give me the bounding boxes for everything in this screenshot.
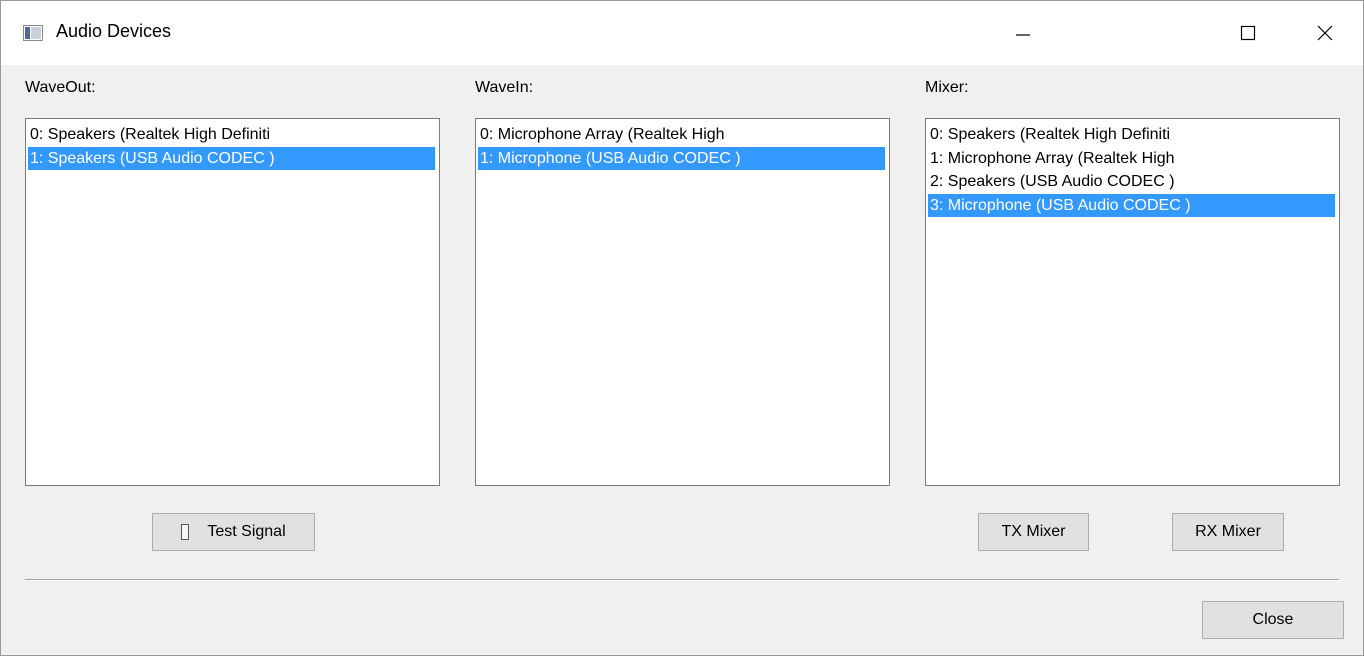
waveout-label: WaveOut: bbox=[25, 79, 96, 96]
app-icon bbox=[23, 25, 43, 41]
mixer-item-3[interactable]: 3: Microphone (USB Audio CODEC ) bbox=[928, 193, 1335, 217]
audio-devices-window: Audio Devices WaveOut: 0: Speakers (Real… bbox=[0, 0, 1364, 656]
mixer-item-0[interactable]: 0: Speakers (Realtek High Definiti bbox=[928, 123, 1335, 147]
waveout-item-1[interactable]: 1: Speakers (USB Audio CODEC ) bbox=[28, 146, 435, 170]
maximize-icon bbox=[1240, 25, 1256, 41]
window-title: Audio Devices bbox=[56, 21, 172, 41]
mixer-item-1[interactable]: 1: Microphone Array (Realtek High bbox=[928, 147, 1335, 171]
waveout-list[interactable]: 0: Speakers (Realtek High Definiti 1: Sp… bbox=[25, 118, 440, 486]
rx-mixer-button[interactable]: RX Mixer bbox=[1172, 513, 1284, 551]
mixer-label: Mixer: bbox=[925, 79, 969, 96]
mixer-list[interactable]: 0: Speakers (Realtek High Definiti 1: Mi… bbox=[925, 118, 1340, 486]
title-bar[interactable]: Audio Devices bbox=[1, 1, 1363, 65]
tx-mixer-button[interactable]: TX Mixer bbox=[978, 513, 1089, 551]
close-icon bbox=[1317, 25, 1333, 41]
wavein-item-1[interactable]: 1: Microphone (USB Audio CODEC ) bbox=[478, 146, 885, 170]
close-window-button[interactable] bbox=[1285, 1, 1364, 65]
close-label: Close bbox=[1252, 611, 1294, 628]
test-signal-label: Test Signal bbox=[207, 523, 286, 540]
rx-mixer-label: RX Mixer bbox=[1195, 523, 1261, 540]
minimize-icon bbox=[1016, 34, 1030, 36]
close-button[interactable]: Close bbox=[1202, 601, 1344, 639]
minimize-button[interactable] bbox=[983, 1, 1063, 65]
signal-indicator-icon bbox=[181, 524, 190, 540]
tx-mixer-label: TX Mixer bbox=[1001, 523, 1066, 540]
waveout-item-0[interactable]: 0: Speakers (Realtek High Definiti bbox=[28, 123, 435, 147]
maximize-button[interactable] bbox=[1208, 1, 1288, 65]
separator-line bbox=[25, 579, 1339, 581]
test-signal-button[interactable]: Test Signal bbox=[152, 513, 315, 551]
wavein-list[interactable]: 0: Microphone Array (Realtek High 1: Mic… bbox=[475, 118, 890, 486]
wavein-label: WaveIn: bbox=[475, 79, 534, 96]
mixer-item-2[interactable]: 2: Speakers (USB Audio CODEC ) bbox=[928, 170, 1335, 194]
wavein-item-0[interactable]: 0: Microphone Array (Realtek High bbox=[478, 123, 885, 147]
